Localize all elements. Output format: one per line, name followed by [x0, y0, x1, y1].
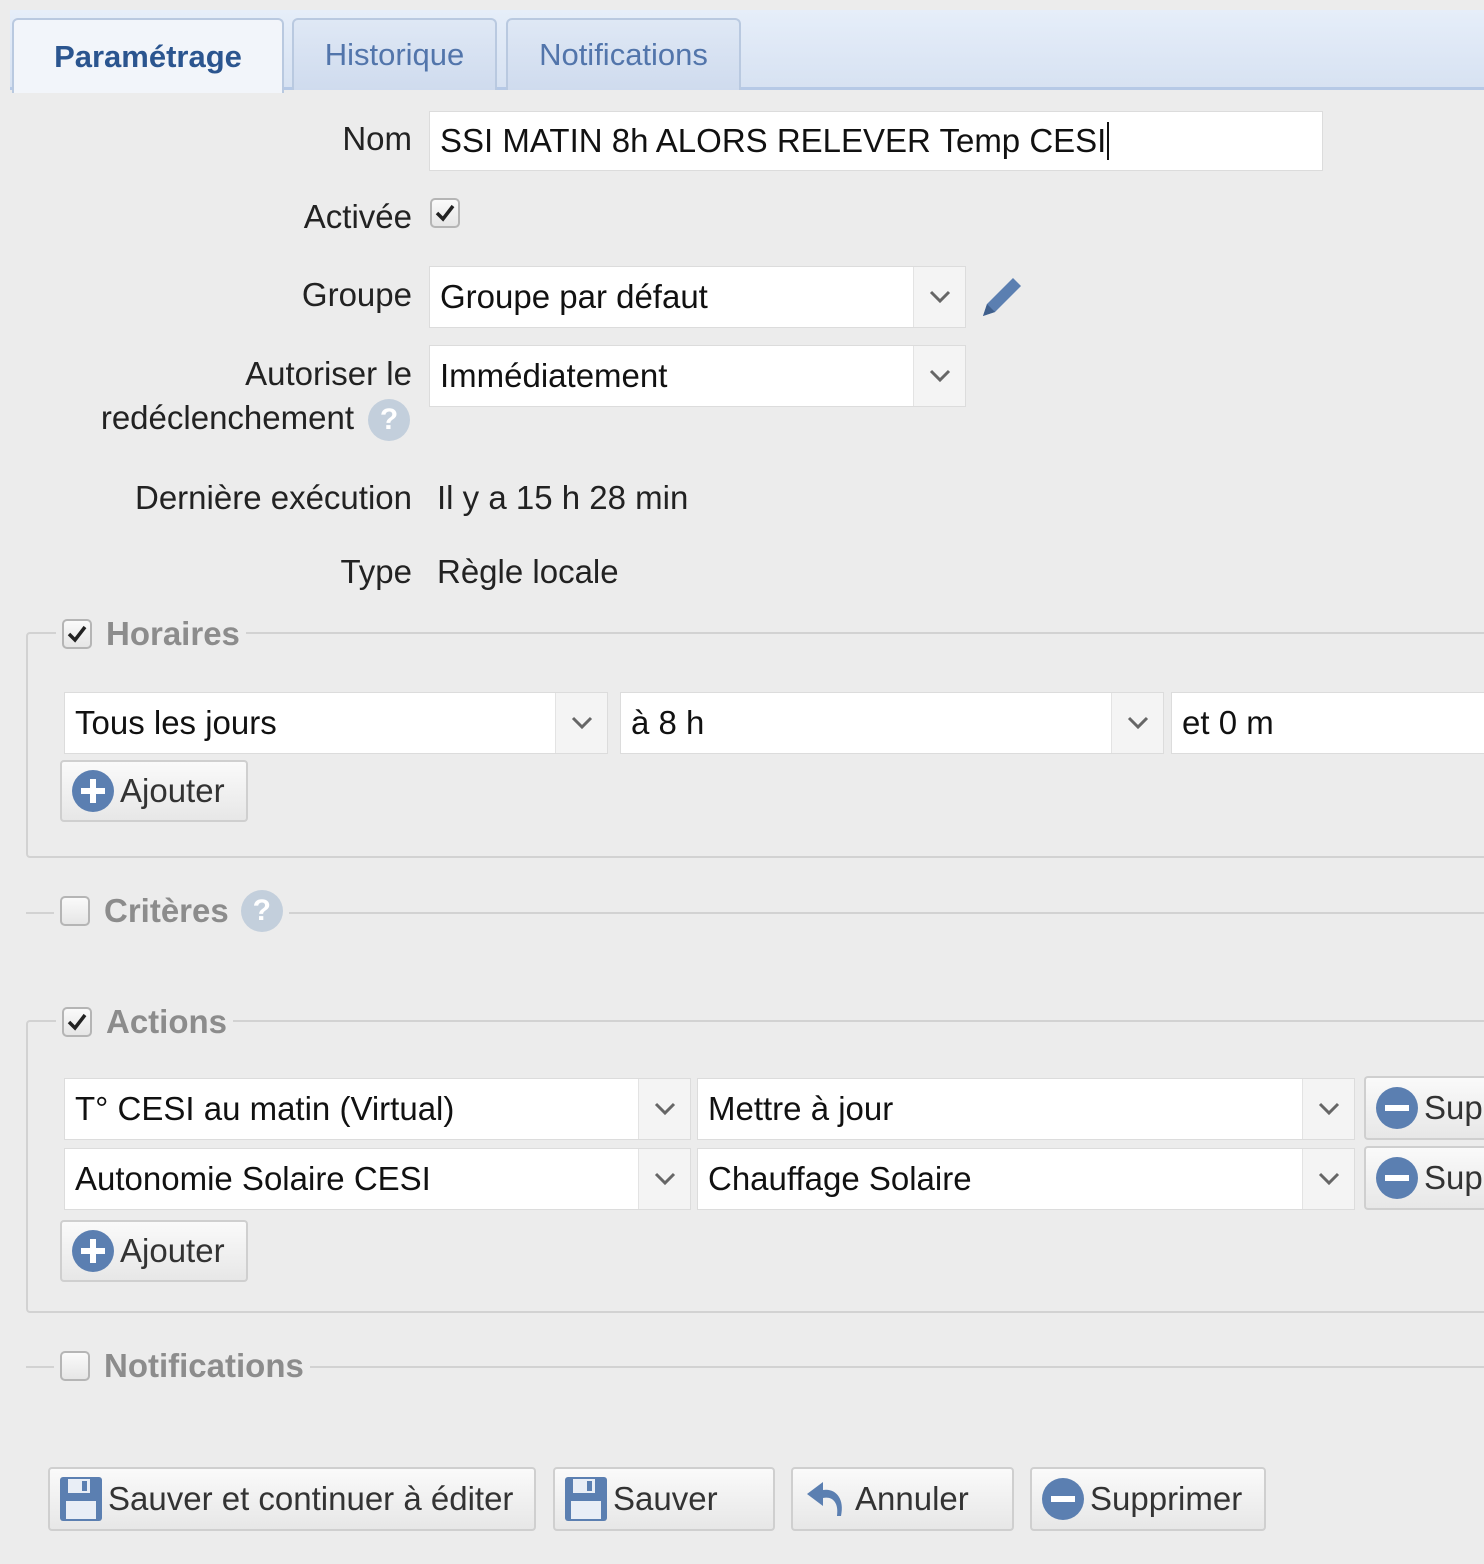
action-device-value: T° CESI au matin (Virtual) [75, 1090, 455, 1127]
tab-parametrage[interactable]: Paramétrage [12, 18, 284, 93]
derniere-execution-label: Dernière exécution [135, 479, 412, 516]
delete-button[interactable]: Supprimer [1030, 1467, 1266, 1531]
save-continue-button[interactable]: Sauver et continuer à éditer [48, 1467, 536, 1531]
text-cursor [1107, 122, 1110, 160]
horaires-legend-label: Horaires [106, 615, 240, 652]
checkmark-icon [435, 204, 455, 222]
actions-legend-label: Actions [106, 1003, 228, 1040]
redeclenchement-value: Immédiatement [440, 357, 668, 394]
groupe-value: Groupe par défaut [440, 278, 708, 315]
horaires-hour-select[interactable]: à 8 h [620, 692, 1164, 754]
action-remove-label: Sup [1424, 1159, 1483, 1196]
tab-historique[interactable]: Historique [292, 18, 497, 90]
chevron-down-icon [638, 1079, 690, 1139]
action-device-select[interactable]: T° CESI au matin (Virtual) [64, 1078, 691, 1140]
horaires-checkbox[interactable] [62, 619, 92, 649]
criteres-checkbox[interactable] [60, 896, 90, 926]
save-label: Sauver [613, 1480, 718, 1517]
groupe-label: Groupe [301, 276, 412, 313]
redeclenchement-label-line2: redéclenchement [100, 399, 354, 436]
pencil-icon[interactable] [975, 270, 1029, 324]
horaires-add-label: Ajouter [120, 772, 225, 809]
chevron-down-icon [1302, 1079, 1354, 1139]
activee-checkbox[interactable] [430, 198, 460, 228]
chevron-down-icon [555, 693, 607, 753]
nom-label: Nom [342, 120, 412, 157]
nom-input[interactable]: SSI MATIN 8h ALORS RELEVER Temp CESI [429, 111, 1323, 171]
activee-label: Activée [303, 198, 412, 235]
notifications-legend-label: Notifications [104, 1347, 304, 1384]
tab-notifications[interactable]: Notifications [506, 18, 741, 90]
type-value: Règle locale [437, 553, 619, 590]
cancel-label: Annuler [855, 1480, 969, 1517]
action-type-select[interactable]: Mettre à jour [697, 1078, 1355, 1140]
checkmark-icon [67, 1013, 87, 1031]
horaires-legend: Horaires [56, 612, 246, 656]
help-icon[interactable]: ? [240, 890, 283, 932]
floppy-disk-icon [60, 1477, 102, 1521]
minus-circle-icon [1042, 1478, 1084, 1520]
redeclenchement-label-line1: Autoriser le [245, 355, 412, 392]
action-type-value: Chauffage Solaire [708, 1160, 972, 1197]
action-remove-button[interactable]: Sup [1364, 1076, 1484, 1140]
floppy-disk-icon [565, 1477, 607, 1521]
action-remove-button[interactable]: Sup [1364, 1146, 1484, 1210]
plus-circle-icon [72, 1230, 114, 1272]
action-type-value: Mettre à jour [708, 1090, 894, 1127]
horaires-minute-select[interactable]: et 0 m [1171, 692, 1484, 754]
type-label: Type [340, 553, 412, 590]
notifications-checkbox[interactable] [60, 1351, 90, 1381]
delete-label: Supprimer [1090, 1480, 1243, 1517]
chevron-down-icon [1302, 1149, 1354, 1209]
actions-checkbox[interactable] [62, 1007, 92, 1037]
chevron-down-icon [913, 346, 965, 406]
cancel-button[interactable]: Annuler [791, 1467, 1014, 1531]
criteres-legend: Critères ? [54, 889, 289, 933]
redeclenchement-select[interactable]: Immédiatement [429, 345, 966, 407]
criteres-legend-label: Critères [104, 892, 229, 929]
action-type-select[interactable]: Chauffage Solaire [697, 1148, 1355, 1210]
actions-add-button[interactable]: Ajouter [60, 1220, 248, 1282]
nom-value: SSI MATIN 8h ALORS RELEVER Temp CESI [440, 122, 1107, 159]
minus-circle-icon [1376, 1087, 1418, 1129]
groupe-select[interactable]: Groupe par défaut [429, 266, 966, 328]
minus-circle-icon [1376, 1157, 1418, 1199]
actions-add-label: Ajouter [120, 1232, 225, 1269]
help-icon[interactable]: ? [368, 399, 410, 441]
tab-bar: Paramétrage Historique Notifications [10, 10, 1484, 93]
horaires-day-select[interactable]: Tous les jours [64, 692, 608, 754]
chevron-down-icon [913, 267, 965, 327]
notifications-legend: Notifications [54, 1344, 310, 1388]
horaires-hour-value: à 8 h [631, 704, 705, 741]
action-device-value: Autonomie Solaire CESI [75, 1160, 431, 1197]
horaires-add-button[interactable]: Ajouter [60, 760, 248, 822]
save-continue-label: Sauver et continuer à éditer [108, 1480, 514, 1517]
save-button[interactable]: Sauver [553, 1467, 775, 1531]
derniere-execution-value: Il y a 15 h 28 min [437, 479, 689, 516]
checkmark-icon [67, 625, 87, 643]
actions-legend: Actions [56, 1000, 234, 1044]
action-remove-label: Sup [1424, 1089, 1483, 1126]
chevron-down-icon [638, 1149, 690, 1209]
horaires-day-value: Tous les jours [75, 704, 277, 741]
action-device-select[interactable]: Autonomie Solaire CESI [64, 1148, 691, 1210]
plus-circle-icon [72, 770, 114, 812]
undo-icon [807, 1482, 842, 1516]
chevron-down-icon [1111, 693, 1163, 753]
horaires-minute-value: et 0 m [1182, 704, 1274, 741]
